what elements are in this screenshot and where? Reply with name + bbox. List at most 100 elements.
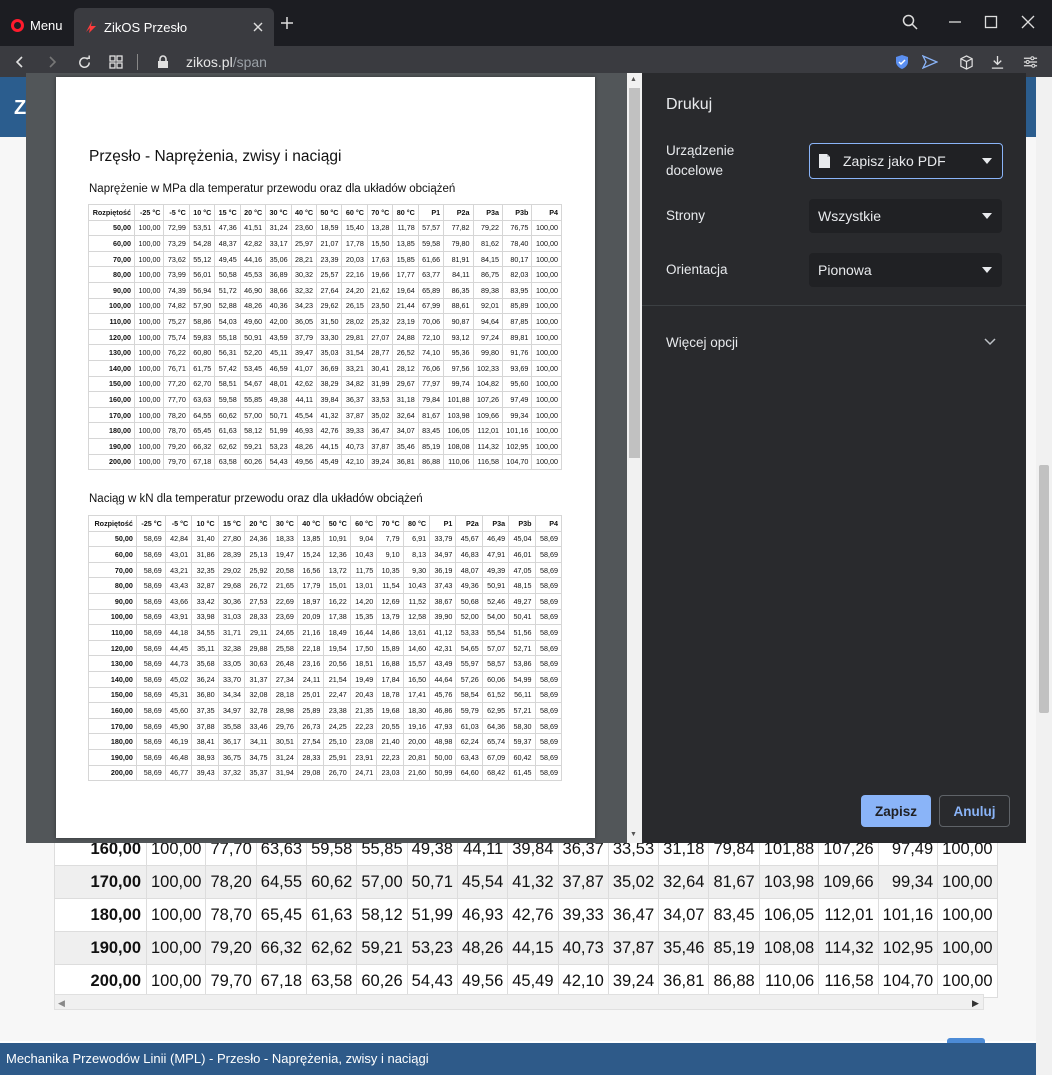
column-header: 40 °C <box>290 204 318 221</box>
scroll-right-arrow-icon[interactable]: ▶ <box>972 998 979 1009</box>
table-cell: 50,00 <box>429 748 457 766</box>
table-cell: 61,45 <box>508 764 536 782</box>
preview-scroll-up-icon[interactable]: ▲ <box>630 76 637 83</box>
table-cell: 100,00 <box>937 931 998 965</box>
speed-dial-icon[interactable] <box>105 51 127 73</box>
table-cell: 56,01 <box>188 266 216 283</box>
table-cell: 27,34 <box>270 670 298 688</box>
table-cell: 39,47 <box>290 344 318 361</box>
table-cell: 43,59 <box>265 328 292 346</box>
table-cell: 18,78 <box>376 686 404 704</box>
table-cell: 45,90 <box>164 717 193 735</box>
table-cell: 100,00 <box>531 344 562 361</box>
table-cell: 25,91 <box>323 748 351 766</box>
forward-icon[interactable] <box>41 51 63 73</box>
table-horizontal-scrollbar[interactable] <box>54 994 984 1010</box>
download-icon[interactable] <box>986 51 1008 73</box>
table-row: 70,00 100,00 73,62 55,12 49,45 44,16 35,06 28,2… <box>87 250 562 268</box>
table-cell: 45,53 <box>239 266 267 283</box>
tab-close-icon[interactable] <box>246 15 270 39</box>
url-field[interactable]: zikos.pl/span <box>186 52 267 72</box>
table-cell: 36,47 <box>607 898 660 932</box>
scroll-left-arrow-icon[interactable]: ◀ <box>58 998 65 1009</box>
table-cell: 49,27 <box>508 592 536 610</box>
table-cell: 84,11 <box>443 266 474 283</box>
table-cell: 23,08 <box>349 733 378 750</box>
orientation-select[interactable]: Pionowa <box>809 253 1002 287</box>
preview-scroll-down-icon[interactable]: ▼ <box>630 831 637 838</box>
table-cell: 102,95 <box>501 437 533 455</box>
table-cell: 13,01 <box>349 577 378 594</box>
maximize-icon[interactable] <box>978 10 1004 34</box>
table-cell: 46,01 <box>508 546 536 563</box>
table-cell: 32,35 <box>191 561 219 579</box>
window-scrollbar-thumb[interactable] <box>1039 465 1049 713</box>
table-cell: 89,81 <box>501 328 533 346</box>
column-header: 10 °C <box>188 204 216 221</box>
column-header: 70 °C <box>366 204 394 221</box>
table-cell: 31,18 <box>392 391 419 408</box>
table-cell: 61,75 <box>188 359 216 377</box>
lock-icon[interactable] <box>152 51 174 73</box>
back-icon[interactable] <box>9 51 31 73</box>
table-cell: 29,67 <box>392 375 419 393</box>
table-cell: 100,00 <box>134 406 165 424</box>
minimize-icon[interactable] <box>942 10 968 34</box>
table-cell: 54,43 <box>406 964 458 998</box>
opera-menu-button[interactable]: Menu <box>4 8 72 42</box>
more-options-toggle[interactable]: Więcej opcji <box>642 322 1026 364</box>
table-cell: 59,58 <box>214 391 241 408</box>
table-cell: 25,57 <box>316 266 343 283</box>
table-cell: 52,71 <box>508 639 536 657</box>
table-cell: 100,00 <box>134 235 165 252</box>
table-cell: 104,70 <box>501 453 533 471</box>
table-cell: 81,67 <box>417 406 445 424</box>
preview-scrollbar-thumb[interactable] <box>629 88 640 458</box>
table-cell: 17,79 <box>296 577 325 594</box>
table-cell: 28,33 <box>244 608 272 626</box>
table-cell: 76,71 <box>163 359 190 377</box>
easy-setup-icon[interactable] <box>1019 51 1041 73</box>
destination-select[interactable]: Zapisz jako PDF <box>809 143 1003 179</box>
table-cell: 102,33 <box>472 359 503 377</box>
vpn-shield-icon[interactable] <box>891 51 913 73</box>
table-cell: 38,41 <box>191 733 219 750</box>
close-window-icon[interactable] <box>1015 10 1041 34</box>
table-cell: 46,93 <box>456 898 509 932</box>
table-cell: 24,88 <box>392 328 419 346</box>
table-cell: 29,88 <box>244 639 272 657</box>
table-cell: 28,98 <box>270 702 298 719</box>
new-tab-icon[interactable] <box>278 14 296 32</box>
column-header: P1 <box>417 204 445 221</box>
pages-select[interactable]: Wszystkie <box>809 199 1002 233</box>
table-cell: 50,41 <box>508 608 536 626</box>
table-cell: 23,50 <box>366 297 394 315</box>
table-cell: 13,61 <box>402 624 431 641</box>
table-cell: 21,35 <box>349 702 378 719</box>
browser-tab[interactable]: ZikOS Przesło <box>74 8 274 46</box>
table-cell: 60,42 <box>508 748 536 766</box>
row-label: 90,00 <box>88 592 137 610</box>
table-cell: 62,70 <box>188 375 216 393</box>
table-cell: 67,18 <box>188 453 216 471</box>
table-cell: 13,72 <box>323 561 351 579</box>
search-tabs-icon[interactable] <box>897 10 923 34</box>
cancel-button[interactable]: Anuluj <box>939 795 1010 827</box>
table-cell: 11,78 <box>392 219 419 237</box>
table-cell: 73,29 <box>163 235 190 252</box>
extensions-cube-icon[interactable] <box>955 51 977 73</box>
table-cell: 55,12 <box>188 250 216 268</box>
table-cell: 116,58 <box>472 453 503 471</box>
reload-icon[interactable] <box>73 51 95 73</box>
save-button[interactable]: Zapisz <box>861 795 931 827</box>
row-label: 160,00 <box>87 391 136 408</box>
table-cell: 92,01 <box>472 297 503 315</box>
table-row: 160,00 100,00 77,70 63,63 59,58 55,85 49,38 44,… <box>87 391 562 408</box>
column-header: 60 °C <box>341 204 368 221</box>
table-cell: 29,81 <box>341 328 368 346</box>
send-icon[interactable] <box>919 51 941 73</box>
column-header: 15 °C <box>217 515 246 532</box>
table-cell: 58,69 <box>135 686 166 704</box>
stress-table-title: Naprężenie w MPa dla temperatur przewodu… <box>89 183 456 195</box>
table-cell: 14,86 <box>376 624 404 641</box>
